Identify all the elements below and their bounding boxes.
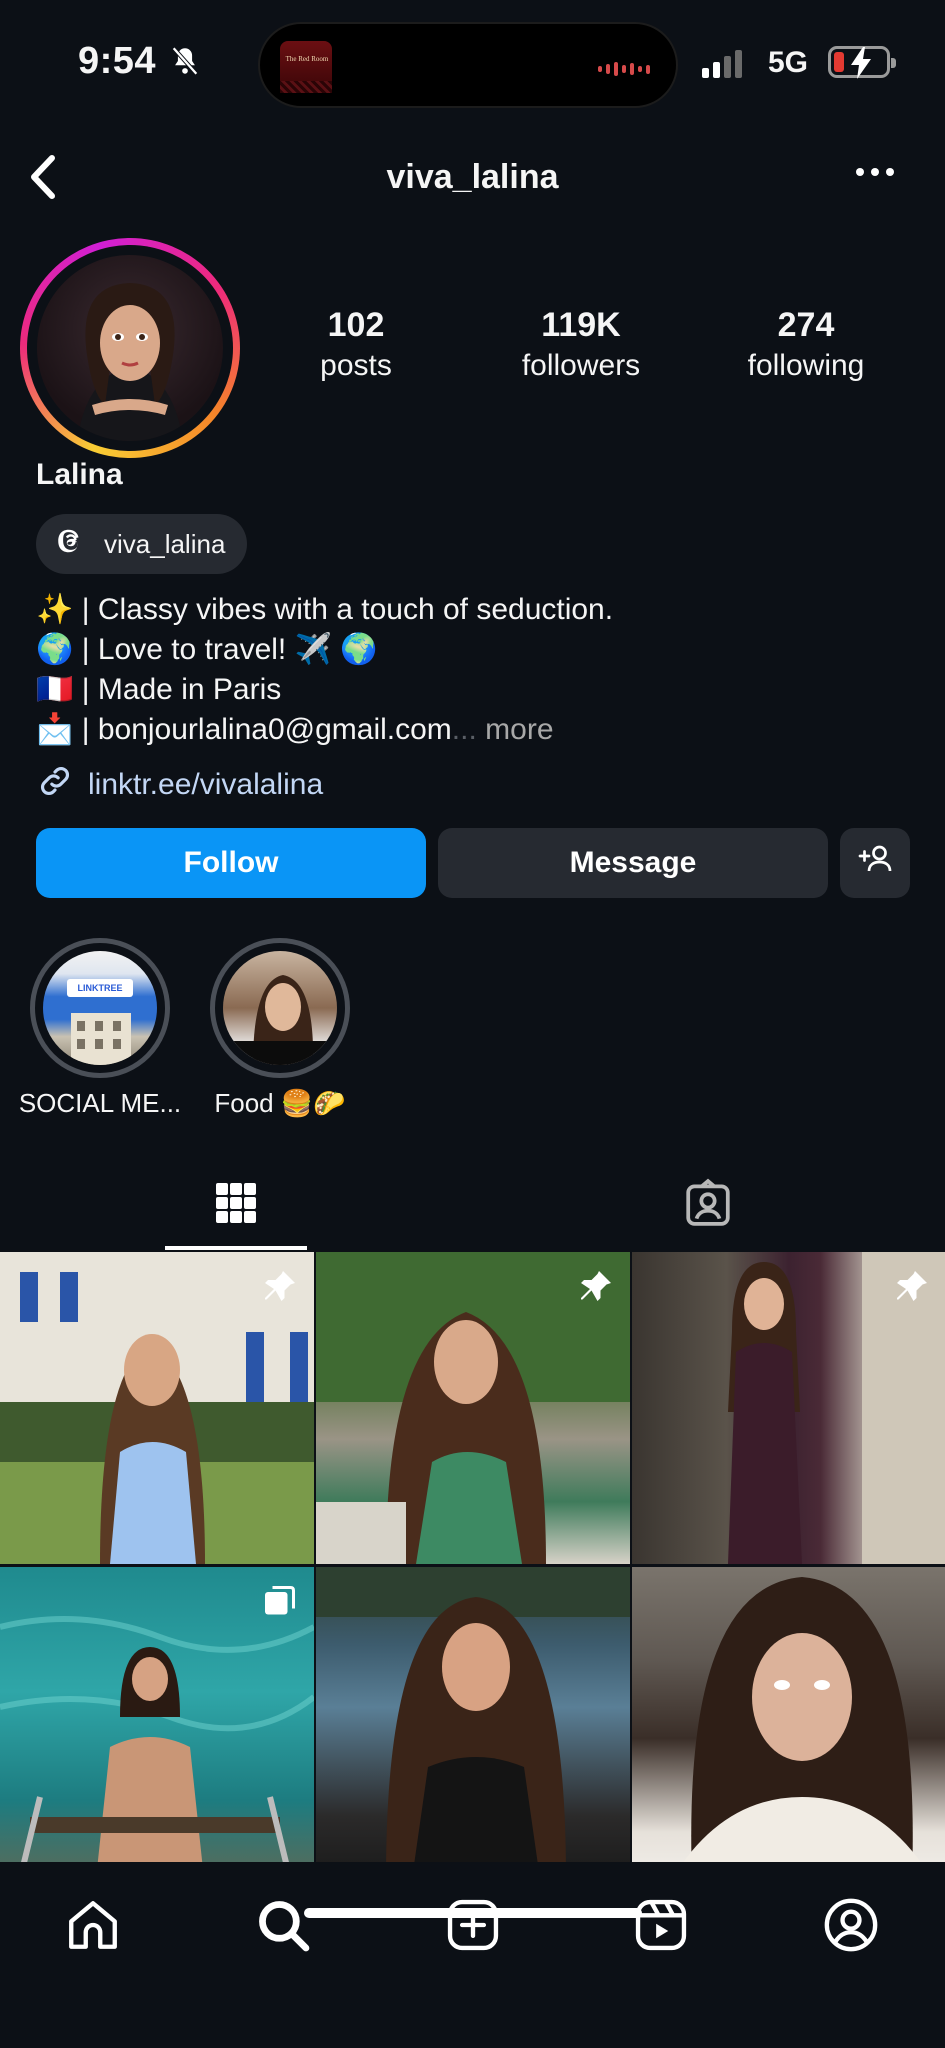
follow-button[interactable]: Follow bbox=[36, 828, 426, 898]
create-icon bbox=[444, 1896, 502, 1959]
pin-icon bbox=[262, 1268, 298, 1309]
bottom-nav bbox=[0, 1862, 945, 2048]
grid-icon bbox=[212, 1179, 260, 1232]
now-playing-artwork: The Red Room bbox=[280, 41, 332, 93]
threads-icon bbox=[56, 526, 86, 563]
post-thumbnail[interactable] bbox=[316, 1252, 630, 1564]
bio-line: 📩 | bonjourlalina0@gmail.com... more bbox=[36, 713, 554, 746]
bio-line: 🌍 | Love to travel! ✈️ 🌍 bbox=[36, 633, 378, 666]
link-icon bbox=[36, 762, 74, 808]
tagged-icon bbox=[683, 1178, 733, 1233]
nav-home[interactable] bbox=[58, 1892, 128, 1962]
threads-handle: viva_lalina bbox=[104, 528, 226, 559]
tab-tagged[interactable] bbox=[472, 1160, 944, 1250]
carousel-icon bbox=[262, 1583, 298, 1624]
stat-following[interactable]: 274 following bbox=[706, 306, 906, 383]
audio-waveform-icon bbox=[598, 62, 650, 76]
battery-charging-icon bbox=[828, 46, 896, 79]
bio-line: 🇫🇷 | Made in Paris bbox=[36, 673, 282, 706]
threads-badge[interactable]: viva_lalina bbox=[36, 514, 248, 574]
highlight-social-media[interactable]: LINKTREE SOCIAL ME... bbox=[19, 938, 181, 1118]
home-indicator[interactable] bbox=[304, 1908, 642, 1918]
dynamic-island[interactable]: The Red Room bbox=[258, 22, 678, 108]
search-icon bbox=[254, 1896, 312, 1959]
pin-icon bbox=[894, 1268, 930, 1309]
bio-line: ✨ | Classy vibes with a touch of seducti… bbox=[36, 593, 614, 626]
nav-search[interactable] bbox=[248, 1892, 318, 1962]
reels-icon bbox=[632, 1896, 690, 1959]
post-thumbnail[interactable] bbox=[316, 1567, 630, 1879]
display-name: Lalina bbox=[36, 458, 123, 491]
post-thumbnail[interactable] bbox=[632, 1567, 945, 1879]
home-icon bbox=[64, 1896, 122, 1959]
post-thumbnail[interactable] bbox=[0, 1567, 314, 1879]
status-time: 9:54 bbox=[78, 40, 157, 82]
post-thumbnail[interactable] bbox=[632, 1252, 945, 1564]
highlight-cover: LINKTREE bbox=[43, 951, 157, 1065]
bio-more-link[interactable]: more bbox=[477, 713, 553, 746]
bell-slash-icon bbox=[168, 44, 202, 83]
tab-posts-grid[interactable] bbox=[0, 1160, 472, 1250]
status-bar: 9:54 The Red Room 5G bbox=[0, 0, 945, 130]
page-title: viva_lalina bbox=[386, 158, 559, 196]
active-tab-indicator bbox=[165, 1246, 307, 1250]
bio: ✨ | Classy vibes with a touch of seducti… bbox=[36, 590, 613, 750]
highlight-label: Food 🍔🌮 bbox=[214, 1088, 346, 1118]
suggested-users-button[interactable] bbox=[840, 828, 910, 898]
highlight-cover bbox=[223, 951, 337, 1065]
add-person-icon bbox=[857, 841, 893, 885]
stat-followers[interactable]: 119K followers bbox=[481, 306, 681, 383]
profile-link[interactable]: linktr.ee/vivalalina bbox=[36, 762, 323, 808]
posts-grid bbox=[0, 1252, 945, 1879]
signal-icon bbox=[702, 50, 742, 78]
message-button[interactable]: Message bbox=[438, 828, 828, 898]
pin-icon bbox=[578, 1268, 614, 1309]
more-dots-icon[interactable] bbox=[856, 168, 894, 176]
profile-icon bbox=[822, 1896, 880, 1959]
nav-profile[interactable] bbox=[816, 1892, 886, 1962]
highlight-label: SOCIAL ME... bbox=[18, 1088, 182, 1118]
nav-reels[interactable] bbox=[626, 1892, 696, 1962]
avatar[interactable] bbox=[20, 238, 240, 458]
post-thumbnail[interactable] bbox=[0, 1252, 314, 1564]
avatar-image bbox=[37, 255, 223, 441]
stat-posts[interactable]: 102 posts bbox=[256, 306, 456, 383]
network-type: 5G bbox=[768, 46, 809, 79]
nav-create[interactable] bbox=[438, 1892, 508, 1962]
profile-tabs bbox=[0, 1160, 945, 1250]
profile-link-text: linktr.ee/vivalalina bbox=[88, 768, 324, 801]
highlight-food[interactable]: Food 🍔🌮 bbox=[210, 938, 350, 1118]
